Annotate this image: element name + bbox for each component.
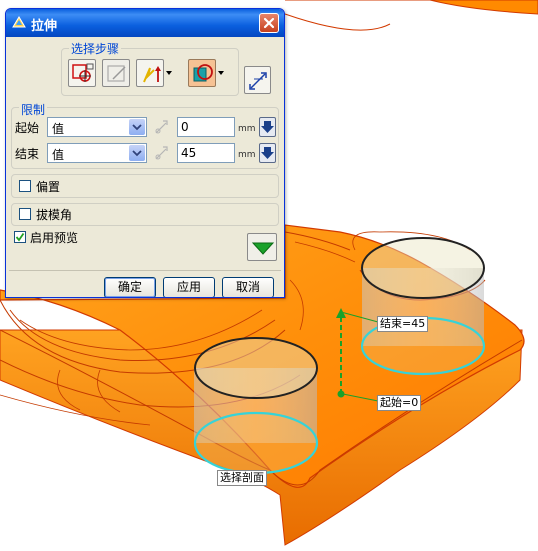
end-type-select[interactable]: 值 — [47, 143, 147, 163]
boolean-add-icon — [193, 64, 213, 82]
end-label: 结束 — [15, 147, 40, 161]
dialog-title: 拉伸 — [31, 19, 58, 34]
end-type-value: 值 — [52, 148, 65, 162]
extrude-dialog: 拉伸 选择步骤 限制 起始 值 0 mm 结束 值 45 mm 偏置 拔模角 启… — [5, 8, 285, 298]
start-spin-button[interactable] — [259, 117, 276, 137]
end-type-dropdown-arrow[interactable] — [129, 145, 145, 161]
extrude-top-left — [194, 337, 318, 399]
chevron-down-icon — [132, 150, 142, 157]
checkmark-icon — [15, 232, 25, 242]
start-type-value: 值 — [52, 122, 65, 136]
flip-arrows-icon — [249, 72, 267, 90]
expand-down-icon — [251, 242, 275, 255]
chevron-down-icon — [132, 124, 142, 131]
offset-label: 偏置 — [36, 180, 61, 194]
cancel-button[interactable]: 取消 — [222, 277, 274, 297]
end-spin-button[interactable] — [259, 143, 276, 163]
ok-button[interactable]: 确定 — [104, 277, 156, 297]
preview-checkbox[interactable] — [14, 231, 26, 243]
start-measure-icon[interactable] — [152, 117, 170, 137]
expand-options-button[interactable] — [247, 233, 277, 261]
down-arrow-icon — [261, 121, 274, 133]
boolean-dropdown-icon[interactable] — [217, 59, 225, 87]
direction-icon — [143, 66, 161, 83]
dialog-titlebar[interactable]: 拉伸 — [6, 9, 284, 37]
down-arrow-icon — [261, 147, 274, 159]
close-icon — [263, 17, 275, 29]
offset-checkbox[interactable] — [19, 180, 31, 192]
end-measure-icon[interactable] — [152, 143, 170, 163]
direction-button[interactable] — [136, 59, 164, 87]
steps-group-title: 选择步骤 — [69, 40, 122, 57]
close-button[interactable] — [259, 13, 279, 33]
section-circle-left[interactable] — [193, 411, 319, 475]
start-value-tag[interactable]: 起始=0 — [377, 395, 422, 411]
draft-checkbox[interactable] — [19, 208, 31, 220]
start-type-select[interactable]: 值 — [47, 117, 147, 137]
direction-dropdown-icon[interactable] — [165, 59, 173, 87]
sketch-icon — [107, 65, 126, 82]
apply-button[interactable]: 应用 — [163, 277, 215, 297]
start-label: 起始 — [15, 121, 40, 135]
section-select-icon — [72, 63, 94, 82]
boolean-button[interactable] — [188, 59, 216, 87]
limits-group-title: 限制 — [19, 101, 48, 118]
start-type-dropdown-arrow[interactable] — [129, 119, 145, 135]
button-separator — [9, 270, 281, 271]
preview-label: 启用预览 — [30, 231, 79, 245]
end-value-input[interactable]: 45 — [177, 143, 235, 163]
section-select-tag[interactable]: 选择剖面 — [217, 470, 267, 486]
select-section-button[interactable] — [68, 59, 96, 87]
end-value-tag[interactable]: 结束=45 — [377, 316, 429, 332]
extrude-top-right — [361, 237, 485, 299]
edit-section-button[interactable] — [102, 59, 130, 87]
flip-direction-button[interactable] — [244, 66, 271, 94]
extrude-app-icon — [12, 16, 26, 28]
draft-label: 拔模角 — [36, 208, 73, 222]
start-unit: mm — [238, 124, 256, 134]
end-unit: mm — [238, 150, 256, 160]
start-value-input[interactable]: 0 — [177, 117, 235, 137]
